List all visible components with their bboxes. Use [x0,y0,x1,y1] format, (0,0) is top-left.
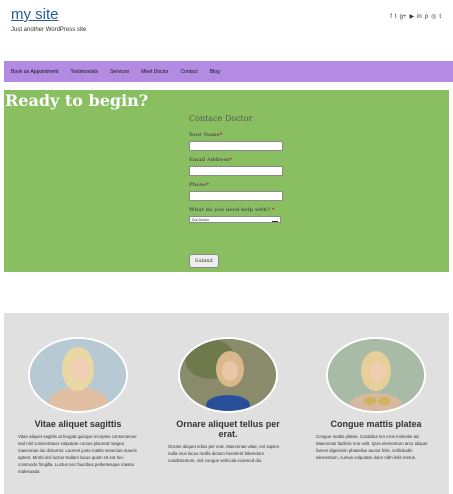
feature-card: Vitae aliquet sagittis Vitae aliquet sag… [18,337,138,476]
feature-text: Ornare aliquet tellus per erat. Maecenas… [168,444,280,464]
submit-button[interactable]: Submit [189,254,219,268]
nav-item-services[interactable]: Services [110,69,129,75]
cta-section: Ready to begin? Contace Doctor Your Name… [4,90,449,272]
nav-item-blog[interactable]: Blog [210,69,220,75]
nav-item-contact[interactable]: Contact [180,69,197,75]
site-header: my site Just another WordPress site f t … [0,0,453,60]
help-select[interactable]: Dot-Doctor [189,216,281,223]
chevron-down-icon [272,220,278,222]
name-label: Your Name* [189,132,223,138]
feature-title: Congue mattis platea [330,419,422,429]
nav-item-book-appointment[interactable]: Book an Appointment [11,69,59,75]
twitter-icon[interactable]: t [395,14,397,21]
help-select-value: Dot-Doctor [192,217,209,222]
site-tagline: Just another WordPress site [11,27,87,33]
feature-card: Ornare aliquet tellus per erat. Ornare a… [168,337,288,464]
nav-item-meet-doctor[interactable]: Meet Doctor [141,69,168,75]
help-label: What do you need help with? * [189,207,275,213]
email-label: Email Address* [189,157,232,163]
feature-image [178,337,278,413]
feature-text: Vitae aliquet sagittis at feugiat quisqu… [18,434,137,475]
phone-label: Phone* [189,182,210,188]
nav-item-testimonials[interactable]: Testimonials [71,69,99,75]
cta-heading: Ready to begin? [5,91,149,110]
instagram-icon[interactable]: ◎ [431,14,436,21]
feature-title: Vitae aliquet sagittis [34,419,122,429]
email-field[interactable] [189,166,283,176]
facebook-icon[interactable]: f [390,14,392,21]
pinterest-icon[interactable]: p [425,14,428,21]
name-field[interactable] [189,141,283,151]
feature-text: Congue mattis platea. Curabitur leo eros… [316,434,428,461]
form-title: Contace Doctor [189,114,253,123]
contact-form: Contace Doctor Your Name* Email Address*… [189,114,309,268]
phone-field[interactable] [189,191,283,201]
main-navigation: Book an Appointment Testimonials Service… [4,61,453,82]
site-title-link[interactable]: my site [11,6,59,23]
social-links: f t g+ ▶ in p ◎ t [390,14,441,21]
feature-image [326,337,426,413]
feature-card: Congue mattis platea Congue mattis plate… [316,337,436,461]
linkedin-icon[interactable]: in [417,14,422,21]
feature-title: Ornare aliquet tellus per erat. [176,419,280,439]
feature-image [28,337,128,413]
youtube-icon[interactable]: ▶ [409,14,414,21]
tumblr-icon[interactable]: t [439,14,441,21]
google-plus-icon[interactable]: g+ [400,14,407,21]
features-section: Vitae aliquet sagittis Vitae aliquet sag… [4,313,449,494]
